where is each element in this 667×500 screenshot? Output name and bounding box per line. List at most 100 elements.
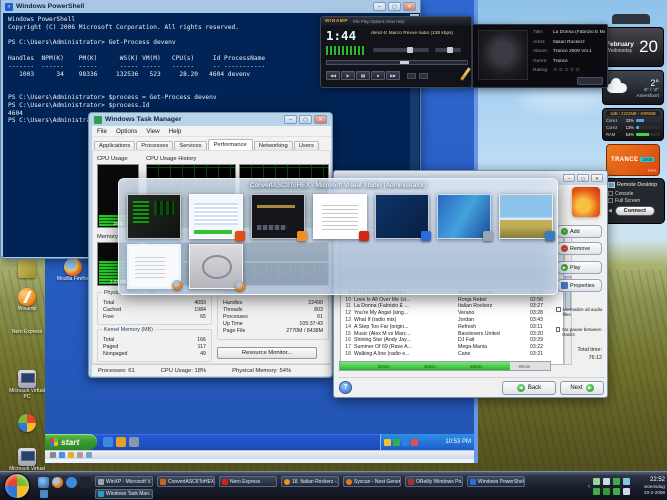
menu-options[interactable]: Options: [116, 128, 137, 135]
toolbar-icon[interactable]: [77, 452, 83, 458]
app-icon[interactable]: [80, 477, 91, 488]
connect-button[interactable]: Connect: [615, 206, 655, 216]
window-icon[interactable]: [38, 477, 49, 488]
no-pause-checkbox-row[interactable]: No pause between tracks: [556, 327, 604, 338]
seek-bar[interactable]: [326, 60, 468, 65]
tray-icon[interactable]: [393, 439, 400, 446]
thumbnail-desktop-photo[interactable]: [499, 194, 553, 239]
thumbnail-nero-express[interactable]: [189, 194, 243, 239]
next-button[interactable]: ▶▶: [386, 71, 400, 80]
album-art-gadget[interactable]: TRANCE2008 »»»: [606, 144, 660, 176]
close-button[interactable]: ✕: [591, 174, 603, 182]
thumbnail-desktop[interactable]: [437, 194, 491, 239]
tray-icon[interactable]: [603, 488, 610, 495]
tab-users[interactable]: Users: [294, 141, 319, 150]
playlist-row[interactable]: 16Shining Star (Andy Jay... DJ Fait03:29: [341, 337, 563, 344]
maximize-button[interactable]: ▢: [299, 115, 312, 124]
thumbnail-pdf-document[interactable]: [313, 194, 367, 239]
taskbar-button-oreilly-pdf[interactable]: OReilly Windows Po...: [405, 476, 463, 487]
ie-icon[interactable]: [66, 477, 77, 488]
playlist-row[interactable]: 15Music (Alex M vs Marc... Basslovers Un…: [341, 330, 563, 337]
maximize-button[interactable]: ▢: [577, 174, 589, 182]
gadget-tab[interactable]: [612, 14, 650, 24]
app-icon[interactable]: [129, 437, 139, 447]
playlist-button[interactable]: [419, 73, 428, 79]
fullscreen-checkbox-row[interactable]: Full Screen: [608, 197, 660, 204]
normalize-checkbox[interactable]: [556, 307, 561, 312]
winamp-titlebar[interactable]: WINAMP File Play Options View Help: [321, 17, 471, 26]
menu-help[interactable]: Help: [169, 128, 182, 135]
back-button[interactable]: ◀Back: [502, 381, 556, 395]
desktop-icon[interactable]: [8, 260, 46, 279]
playlist-row[interactable]: 17Summer Of 69 (Rave A... Mega-Mania03:2…: [341, 344, 563, 351]
thumbnail-task-manager[interactable]: [127, 194, 181, 239]
tray-icon[interactable]: [411, 439, 418, 446]
tab-networking[interactable]: Networking: [254, 141, 293, 150]
taskbar-button-nero[interactable]: Nero Express: [219, 476, 277, 487]
balance-slider[interactable]: [435, 48, 461, 52]
tray-icon[interactable]: [603, 478, 610, 485]
toolbar-icon[interactable]: [50, 452, 56, 458]
calendar-gadget[interactable]: February Wednesday 20: [600, 27, 664, 67]
help-button[interactable]: ?: [339, 381, 352, 394]
no-pause-checkbox[interactable]: [556, 327, 560, 332]
taskbar-button-syscan[interactable]: Syscan - Next Gener...: [343, 476, 401, 487]
tray-icon[interactable]: [384, 439, 391, 446]
taskbar-button-task-manager[interactable]: Windows Task Man...: [95, 489, 153, 499]
taskbar-button-winxp[interactable]: WinXP - Microsoft V...: [95, 476, 153, 487]
properties-button[interactable]: Properties: [557, 279, 602, 292]
tab-performance[interactable]: Performance: [208, 139, 253, 150]
play-button[interactable]: ▶: [341, 71, 355, 80]
thumbnail-window[interactable]: [189, 244, 243, 289]
remove-button[interactable]: −Remove: [557, 242, 602, 255]
tray-icon[interactable]: [402, 439, 409, 446]
menu-file[interactable]: File: [97, 128, 107, 135]
console-checkbox[interactable]: [608, 191, 613, 196]
taskbar-button-visual-studio[interactable]: ConvertASCIIToHEX -...: [157, 476, 215, 487]
playlist-row[interactable]: 11La Donna (Fabrizio E ... Italian Rocke…: [341, 303, 563, 310]
normalize-checkbox-row[interactable]: Normalize all audio files: [556, 307, 604, 318]
taskbar-button-powershell[interactable]: Windows PowerShell: [467, 476, 525, 487]
powershell-titlebar[interactable]: > Windows PowerShell – ▢ ✕: [1, 0, 420, 13]
playlist-row[interactable]: 10Love Is All Over Me (si... Ronja Rebel…: [341, 296, 563, 303]
previous-button[interactable]: ◀◀: [326, 71, 340, 80]
stop-button[interactable]: ■: [371, 71, 385, 80]
tray-icon[interactable]: [623, 478, 630, 485]
playlist-row[interactable]: 13What If (radio mix) Jordan03:43: [341, 317, 563, 324]
close-button[interactable]: ✕: [314, 115, 327, 124]
next-button[interactable]: Next▶: [560, 381, 604, 395]
fullscreen-checkbox[interactable]: [608, 198, 613, 203]
tab-applications[interactable]: Applications: [94, 141, 135, 150]
minimize-button[interactable]: –: [284, 115, 297, 124]
close-button[interactable]: ✕: [403, 2, 416, 11]
pause-button[interactable]: ▮▮: [356, 71, 370, 80]
tray-icon[interactable]: [593, 488, 600, 495]
toolbar-icon[interactable]: [59, 452, 65, 458]
taskbar-button-winamp-track[interactable]: 18. Italian Rockerz -...: [281, 476, 339, 487]
desktop-icon-virtual-pc[interactable]: Microsoft Virtual PC: [8, 370, 46, 400]
firefox-icon[interactable]: [52, 477, 63, 488]
tab-services[interactable]: Services: [174, 141, 206, 150]
eq-button[interactable]: [407, 73, 416, 79]
thumbnail-powershell[interactable]: [375, 194, 429, 239]
show-desktop-icon[interactable]: [40, 490, 48, 498]
tray-collapse-arrow[interactable]: ‹: [588, 484, 590, 490]
xp-start-button[interactable]: start: [45, 434, 97, 450]
minimize-button[interactable]: –: [563, 174, 575, 182]
console-checkbox-row[interactable]: Console: [608, 190, 660, 197]
ie-icon[interactable]: [103, 437, 113, 447]
task-manager-titlebar[interactable]: Windows Task Manager – ▢ ✕: [89, 113, 332, 126]
minimize-button[interactable]: –: [373, 2, 386, 11]
play-button[interactable]: ▶Play: [557, 261, 602, 274]
playlist-row[interactable]: 12You're My Angel (sing... Verano03:28: [341, 310, 563, 317]
tray-icon[interactable]: [613, 488, 620, 495]
maximize-button[interactable]: ▢: [388, 2, 401, 11]
resource-monitor-button[interactable]: Resource Monitor...: [217, 347, 317, 359]
thumbnail-winamp[interactable]: [251, 194, 305, 239]
toolbar-icon[interactable]: [86, 452, 92, 458]
weather-gadget[interactable]: 2° 6° / -2° Amersfoort: [602, 70, 664, 105]
system-meter-gadget[interactable]: 3dB / 2223MB / 4095MB Core1 33% Core2 13…: [602, 108, 664, 141]
desktop-icon[interactable]: [8, 414, 46, 433]
playlist-row[interactable]: 18Walking A line (radio e... Cane03:21: [341, 351, 563, 358]
panel-button[interactable]: [577, 77, 603, 85]
